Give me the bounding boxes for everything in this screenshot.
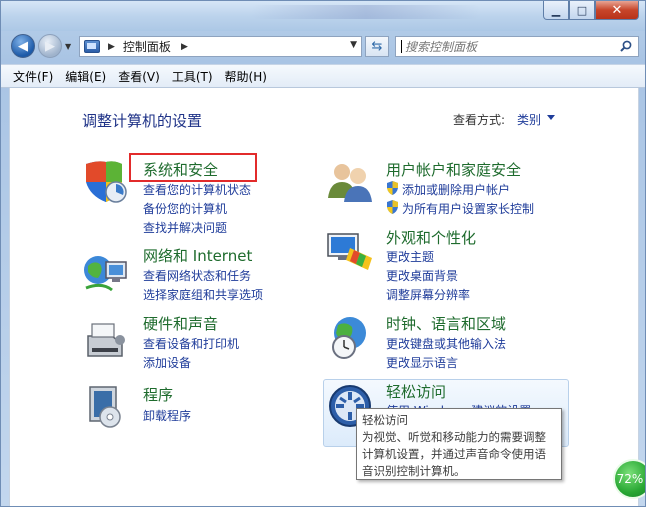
category-hardware-sound[interactable]: 硬件和声音	[143, 313, 218, 334]
title-bar-blur	[251, 5, 481, 19]
minimize-button[interactable]: ▁	[543, 1, 569, 20]
programs-icon[interactable]	[82, 383, 130, 431]
progress-badge-text: 72%	[616, 472, 644, 486]
search-icon[interactable]	[620, 40, 632, 52]
control-panel-window: ▁ □ ✕ ◀ ▶ ▼ ▶ 控制面板 ▶ ▼ ⇆ 文件(F) 编辑(E) 查看(…	[0, 0, 646, 507]
navigation-bar: ◀ ▶ ▼ ▶ 控制面板 ▶ ▼ ⇆	[1, 31, 645, 63]
address-dropdown-icon[interactable]: ▼	[350, 40, 357, 50]
content-pane: 调整计算机的设置 查看方式: 类别 系统和安全 查看您的计算机状态 备份您的计算…	[9, 88, 639, 506]
link-devices-printers[interactable]: 查看设备和打印机	[143, 335, 239, 352]
link-change-keyboard[interactable]: 更改键盘或其他输入法	[386, 335, 506, 352]
link-troubleshoot[interactable]: 查找并解决问题	[143, 219, 227, 236]
breadcrumb-separator-icon[interactable]: ▶	[108, 42, 115, 52]
view-by-dropdown[interactable]: 类别	[517, 111, 541, 128]
link-parental-controls[interactable]: 为所有用户设置家长控制	[402, 200, 534, 217]
link-view-network-status[interactable]: 查看网络状态和任务	[143, 267, 251, 284]
text-caret	[401, 40, 402, 53]
search-input[interactable]	[405, 39, 605, 54]
category-network-internet[interactable]: 网络和 Internet	[143, 245, 252, 266]
uac-shield-icon	[387, 181, 398, 195]
category-programs[interactable]: 程序	[143, 384, 173, 405]
refresh-button[interactable]: ⇆	[365, 36, 389, 57]
uac-shield-icon	[387, 200, 398, 214]
link-change-theme[interactable]: 更改主题	[386, 248, 434, 265]
arrow-right-icon: ▶	[45, 38, 55, 54]
tooltip-line: 为视觉、听觉和移动能力的需要调整	[362, 430, 546, 444]
menu-bar: 文件(F) 编辑(E) 查看(V) 工具(T) 帮助(H)	[1, 64, 645, 88]
page-title: 调整计算机的设置	[82, 112, 203, 130]
dropdown-arrow-icon[interactable]	[547, 115, 555, 120]
progress-badge[interactable]: 72%	[613, 459, 645, 499]
maximize-button[interactable]: □	[569, 1, 595, 20]
link-homegroup-sharing[interactable]: 选择家庭组和共享选项	[143, 286, 263, 303]
tooltip-line: 音识别控制计算机。	[362, 464, 466, 478]
menu-tools[interactable]: 工具(T)	[172, 68, 213, 85]
link-change-background[interactable]: 更改桌面背景	[386, 267, 458, 284]
refresh-icon: ⇆	[371, 39, 383, 54]
title-bar[interactable]: ▁ □ ✕	[1, 1, 645, 31]
link-change-display-language[interactable]: 更改显示语言	[386, 354, 458, 371]
back-button[interactable]: ◀	[11, 34, 35, 58]
view-by-label: 查看方式:	[453, 113, 506, 127]
category-user-accounts[interactable]: 用户帐户和家庭安全	[386, 159, 521, 180]
tooltip-title: 轻松访问	[362, 413, 408, 427]
category-clock-language-region[interactable]: 时钟、语言和区域	[386, 313, 506, 334]
category-appearance[interactable]: 外观和个性化	[386, 227, 476, 248]
breadcrumb-control-panel[interactable]: 控制面板	[123, 38, 171, 55]
menu-file[interactable]: 文件(F)	[13, 68, 53, 85]
hardware-sound-icon[interactable]	[82, 316, 130, 364]
user-accounts-icon[interactable]	[326, 158, 374, 206]
address-bar[interactable]: ▶ 控制面板 ▶ ▼	[79, 36, 362, 57]
category-ease-of-access[interactable]: 轻松访问	[386, 381, 446, 402]
arrow-left-icon: ◀	[18, 38, 28, 54]
tooltip-line: 计算机设置，并通过声音命令使用语	[362, 447, 546, 461]
link-add-remove-accounts[interactable]: 添加或删除用户帐户	[402, 181, 510, 198]
menu-help[interactable]: 帮助(H)	[225, 68, 267, 85]
control-panel-icon	[84, 40, 100, 53]
link-view-computer-status[interactable]: 查看您的计算机状态	[143, 181, 251, 198]
close-icon: ✕	[611, 2, 623, 18]
link-add-device[interactable]: 添加设备	[143, 354, 191, 371]
menu-edit[interactable]: 编辑(E)	[65, 68, 106, 85]
breadcrumb-separator-icon[interactable]: ▶	[181, 42, 188, 52]
link-uninstall-program[interactable]: 卸载程序	[143, 407, 191, 424]
link-backup-computer[interactable]: 备份您的计算机	[143, 200, 227, 217]
forward-button[interactable]: ▶	[38, 34, 62, 58]
maximize-icon: □	[576, 3, 588, 17]
link-screen-resolution[interactable]: 调整屏幕分辨率	[386, 286, 470, 303]
menu-view[interactable]: 查看(V)	[118, 68, 160, 85]
recent-pages-dropdown[interactable]: ▼	[65, 42, 71, 51]
clock-language-icon[interactable]	[326, 313, 374, 361]
system-security-icon[interactable]	[82, 158, 130, 206]
window-caption-buttons: ▁ □ ✕	[543, 1, 639, 20]
category-system-security[interactable]: 系统和安全	[143, 159, 218, 180]
network-internet-icon[interactable]	[82, 248, 130, 296]
minimize-icon: ▁	[551, 3, 561, 17]
tooltip: 轻松访问 为视觉、听觉和移动能力的需要调整 计算机设置，并通过声音命令使用语 音…	[356, 408, 562, 480]
search-box[interactable]	[395, 36, 639, 57]
appearance-icon[interactable]	[326, 228, 374, 276]
close-button[interactable]: ✕	[595, 1, 639, 20]
